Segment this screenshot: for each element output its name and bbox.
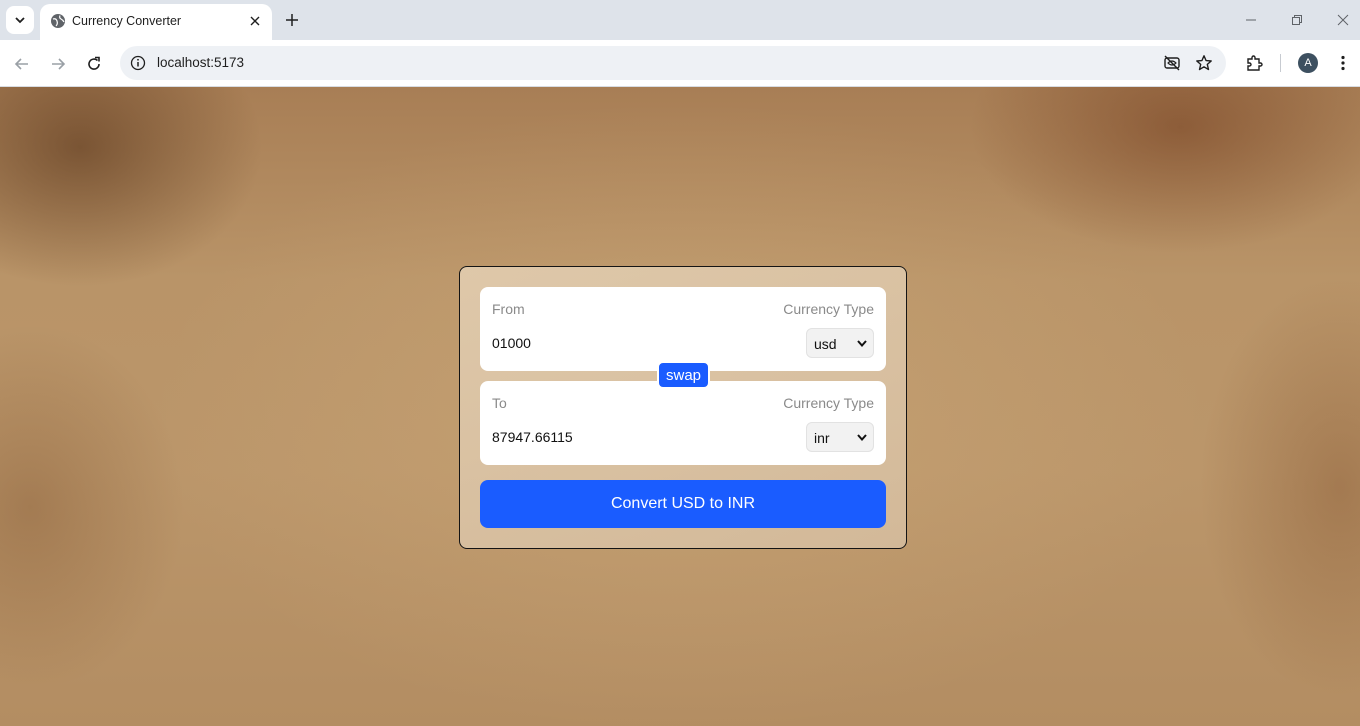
star-icon: [1196, 55, 1212, 71]
extensions-button[interactable]: [1243, 52, 1265, 74]
chevron-down-icon: [857, 434, 867, 442]
browser-tab[interactable]: Currency Converter: [40, 4, 272, 40]
info-icon: [130, 55, 146, 71]
swap-button[interactable]: swap: [657, 361, 710, 389]
arrow-left-icon: [14, 58, 28, 70]
plus-icon: [286, 14, 298, 26]
to-panel: To Currency Type 87947.66115 inr: [480, 381, 886, 465]
tab-title: Currency Converter: [72, 14, 182, 28]
puzzle-icon: [1247, 55, 1263, 71]
address-bar[interactable]: localhost:5173: [120, 46, 1226, 80]
to-currency-value: inr: [814, 430, 830, 446]
tab-strip: Currency Converter: [0, 0, 1360, 40]
close-icon: [250, 16, 260, 26]
url-text: localhost:5173: [157, 55, 245, 70]
close-icon: [1337, 14, 1349, 26]
chevron-down-icon: [15, 17, 25, 24]
site-info-button[interactable]: [128, 53, 148, 73]
browser-menu-button[interactable]: [1332, 52, 1354, 74]
from-label: From: [492, 301, 525, 317]
to-amount-input[interactable]: 87947.66115: [492, 429, 573, 445]
reload-icon: [88, 56, 100, 70]
arrow-right-icon: [52, 58, 66, 70]
restore-icon: [1292, 15, 1302, 25]
chevron-down-icon: [857, 340, 867, 348]
profile-avatar[interactable]: A: [1298, 53, 1318, 73]
to-currency-select[interactable]: inr: [806, 422, 874, 452]
to-currency-type-label: Currency Type: [783, 395, 874, 411]
from-panel: From Currency Type 01000 usd: [480, 287, 886, 371]
eye-off-icon: [1164, 55, 1180, 71]
from-currency-select[interactable]: usd: [806, 328, 874, 358]
reload-button[interactable]: [80, 50, 108, 78]
page-viewport: From Currency Type 01000 usd To Currency…: [0, 87, 1360, 726]
tab-search-button[interactable]: [6, 6, 34, 34]
from-currency-value: usd: [814, 336, 837, 352]
restore-button[interactable]: [1284, 8, 1310, 32]
from-currency-type-label: Currency Type: [783, 301, 874, 317]
minimize-button[interactable]: [1238, 8, 1264, 32]
new-tab-button[interactable]: [280, 8, 304, 32]
forward-button[interactable]: [44, 50, 72, 78]
to-label: To: [492, 395, 507, 411]
toolbar-separator: [1280, 54, 1281, 72]
converter-card: From Currency Type 01000 usd To Currency…: [459, 266, 907, 549]
back-button[interactable]: [8, 50, 36, 78]
kebab-menu-icon: [1341, 55, 1345, 71]
close-window-button[interactable]: [1330, 8, 1356, 32]
globe-icon: [51, 14, 65, 28]
browser-toolbar: localhost:5173 A: [0, 40, 1360, 87]
minimize-icon: [1246, 19, 1256, 21]
tab-close-button[interactable]: [246, 12, 264, 30]
convert-button[interactable]: Convert USD to INR: [480, 480, 886, 528]
tracking-protection-button[interactable]: [1162, 53, 1182, 73]
from-amount-input[interactable]: 01000: [492, 335, 531, 351]
bookmark-button[interactable]: [1194, 53, 1214, 73]
